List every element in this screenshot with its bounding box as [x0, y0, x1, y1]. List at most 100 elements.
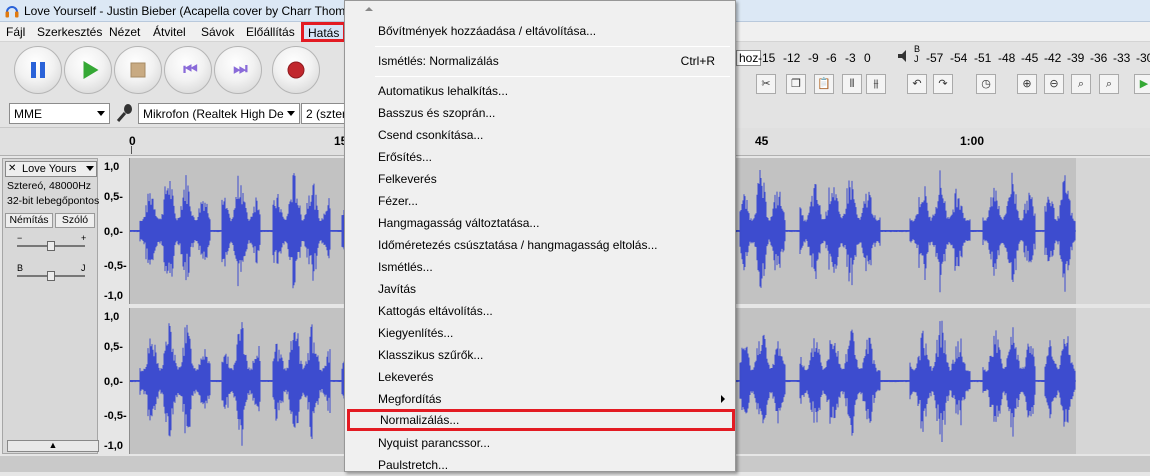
record-scale-4: -45 [1021, 51, 1039, 65]
record-scale-9: -30 [1136, 51, 1150, 65]
play-button[interactable] [64, 46, 112, 94]
menu-item-classic-filters[interactable]: Klasszikus szűrők... [345, 344, 735, 366]
menu-item-amplify[interactable]: Erősítés... [345, 146, 735, 168]
redo-icon[interactable]: ↷ [933, 74, 953, 94]
pause-button[interactable] [14, 46, 62, 94]
menu-item-upmix[interactable]: Felkeverés [345, 168, 735, 190]
chevron-down-icon [86, 166, 94, 171]
menu-item-label: Kiegyenlítés... [378, 326, 454, 340]
pan-slider-knob[interactable] [47, 271, 55, 281]
menu-item-label: Ismétlés... [378, 260, 433, 274]
play-at-speed-icon[interactable]: ▶ [1134, 74, 1150, 94]
menu-item-label: Ismétlés: Normalizálás [378, 54, 499, 68]
menu-file[interactable]: Fájl [6, 25, 25, 39]
skip-to-start-button[interactable]: ⏮ [164, 46, 212, 94]
menu-item-click-removal[interactable]: Kattogás eltávolítás... [345, 300, 735, 322]
record-icon [287, 61, 305, 79]
menu-item-reverse[interactable]: Megfordítás [345, 388, 735, 410]
fit-selection-icon[interactable]: ⌕ [1071, 74, 1091, 94]
record-scale-0: -57 [926, 51, 944, 65]
menu-item-truncate-silence[interactable]: Csend csonkítása... [345, 124, 735, 146]
menu-item-nyquist-prompt[interactable]: Nyquist parancssor... [345, 432, 735, 454]
stop-button[interactable] [114, 46, 162, 94]
menu-item-paulstretch[interactable]: Paulstretch... [345, 454, 735, 476]
menu-item-phaser[interactable]: Fézer... [345, 190, 735, 212]
menu-separator [375, 76, 730, 77]
menu-item-label: Megfordítás [378, 392, 442, 406]
menu-item-label: Csend csonkítása... [378, 128, 484, 142]
menu-item-change-pitch[interactable]: Hangmagasság változtatása... [345, 212, 735, 234]
timeline-label-45: 45 [755, 134, 769, 148]
menu-transport[interactable]: Átvitel [153, 25, 186, 39]
menu-view[interactable]: Nézet [109, 25, 140, 39]
menu-item-label: Klasszikus szűrők... [378, 348, 484, 362]
menu-item-auto-duck[interactable]: Automatikus lehalkítás... [345, 80, 735, 102]
input-device-select[interactable]: Mikrofon (Realtek High De [138, 103, 300, 124]
trim-icon[interactable]: ⫴ [842, 74, 862, 94]
record-scale-7: -36 [1090, 51, 1108, 65]
stop-icon [130, 62, 146, 78]
menu-item-label: Időméretezés csúsztatása / hangmagasság … [378, 238, 658, 252]
speaker-icon [898, 50, 906, 62]
close-track-icon[interactable]: ✕ [8, 162, 16, 176]
copy-icon[interactable]: ❐ [786, 74, 806, 94]
cut-icon[interactable]: ✂ [756, 74, 776, 94]
menu-item-repeat[interactable]: Ismétlés... [345, 256, 735, 278]
menu-item-label: Basszus és szoprán... [378, 106, 496, 120]
zoom-in-icon[interactable]: ⊕ [1017, 74, 1037, 94]
menu-effect[interactable]: Hatás [301, 22, 347, 42]
playback-scale-2: -9 [808, 51, 819, 65]
gain-minus-label: − [17, 233, 23, 243]
undo-icon[interactable]: ↶ [907, 74, 927, 94]
menu-item-downmix[interactable]: Lekeverés [345, 366, 735, 388]
menu-item-label: Javítás [378, 282, 417, 296]
record-scale-1: -54 [950, 51, 968, 65]
meter-channels: B J [914, 44, 920, 64]
paste-icon[interactable]: 📋 [814, 74, 834, 94]
menu-item-sliding-stretch[interactable]: Időméretezés csúsztatása / hangmagasság … [345, 234, 735, 256]
zoom-out-icon[interactable]: ⊖ [1044, 74, 1064, 94]
menu-item-repeat-normalize[interactable]: Ismétlés: Normalizálás Ctrl+R [345, 50, 735, 72]
menu-item-plugins[interactable]: Bővítmények hozzáadása / eltávolítása... [345, 20, 735, 42]
menu-generate[interactable]: Előállítás [246, 25, 295, 39]
menu-item-label: Bővítmények hozzáadása / eltávolítása... [378, 24, 597, 38]
vruler-label: -0,5- [104, 260, 127, 272]
silence-icon[interactable]: ⫵ [866, 74, 886, 94]
timeline-tick [131, 146, 132, 154]
sync-lock-icon[interactable]: ◷ [976, 74, 996, 94]
chevron-down-icon [97, 111, 105, 116]
playback-scale-3: -6 [826, 51, 837, 65]
menu-item-label: Lekeverés [378, 370, 434, 384]
input-device-value: Mikrofon (Realtek High De [143, 107, 284, 121]
skip-start-icon: ⏮ [183, 61, 198, 78]
record-button[interactable] [272, 46, 320, 94]
vruler-label: 0,0- [104, 376, 123, 388]
skip-to-end-button[interactable]: ⏭ [214, 46, 262, 94]
menu-item-equalization[interactable]: Kiegyenlítés... [345, 322, 735, 344]
menu-tracks[interactable]: Sávok [201, 25, 234, 39]
collapse-track-button[interactable]: ▲ [7, 440, 99, 452]
gain-slider-knob[interactable] [47, 241, 55, 251]
fit-project-icon[interactable]: ⌕ [1099, 74, 1119, 94]
menu-item-label: Nyquist parancssor... [378, 436, 491, 450]
menu-edit[interactable]: Szerkesztés [37, 25, 102, 39]
chevron-right-icon [721, 395, 725, 403]
vertical-ruler-bottom: 1,0 0,5- 0,0- -0,5- -1,0 [100, 308, 130, 454]
solo-button[interactable]: Szóló [55, 213, 95, 228]
window-title: Love Yourself - Justin Bieber (Acapella … [24, 4, 352, 18]
mute-button[interactable]: Némítás [5, 213, 53, 228]
gain-plus-label: + [81, 233, 87, 243]
timeline-label-1-00: 1:00 [960, 134, 985, 148]
meter-channel-j: J [914, 54, 919, 64]
track-name-dropdown[interactable]: ✕ Love Yours [5, 161, 97, 177]
menu-scroll-up[interactable] [345, 1, 735, 17]
track-bit-depth: 32-bit lebegőpontos [7, 195, 100, 207]
menu-item-repair[interactable]: Javítás [345, 278, 735, 300]
effect-menu-dropdown: Bővítmények hozzáadása / eltávolítása...… [344, 0, 736, 472]
menu-item-normalize[interactable]: Normalizálás... [347, 409, 735, 431]
skip-end-icon: ⏭ [233, 61, 248, 78]
audio-host-select[interactable]: MME [9, 103, 110, 124]
menu-item-bass-treble[interactable]: Basszus és szoprán... [345, 102, 735, 124]
record-scale-6: -39 [1067, 51, 1085, 65]
microphone-icon [116, 104, 132, 122]
